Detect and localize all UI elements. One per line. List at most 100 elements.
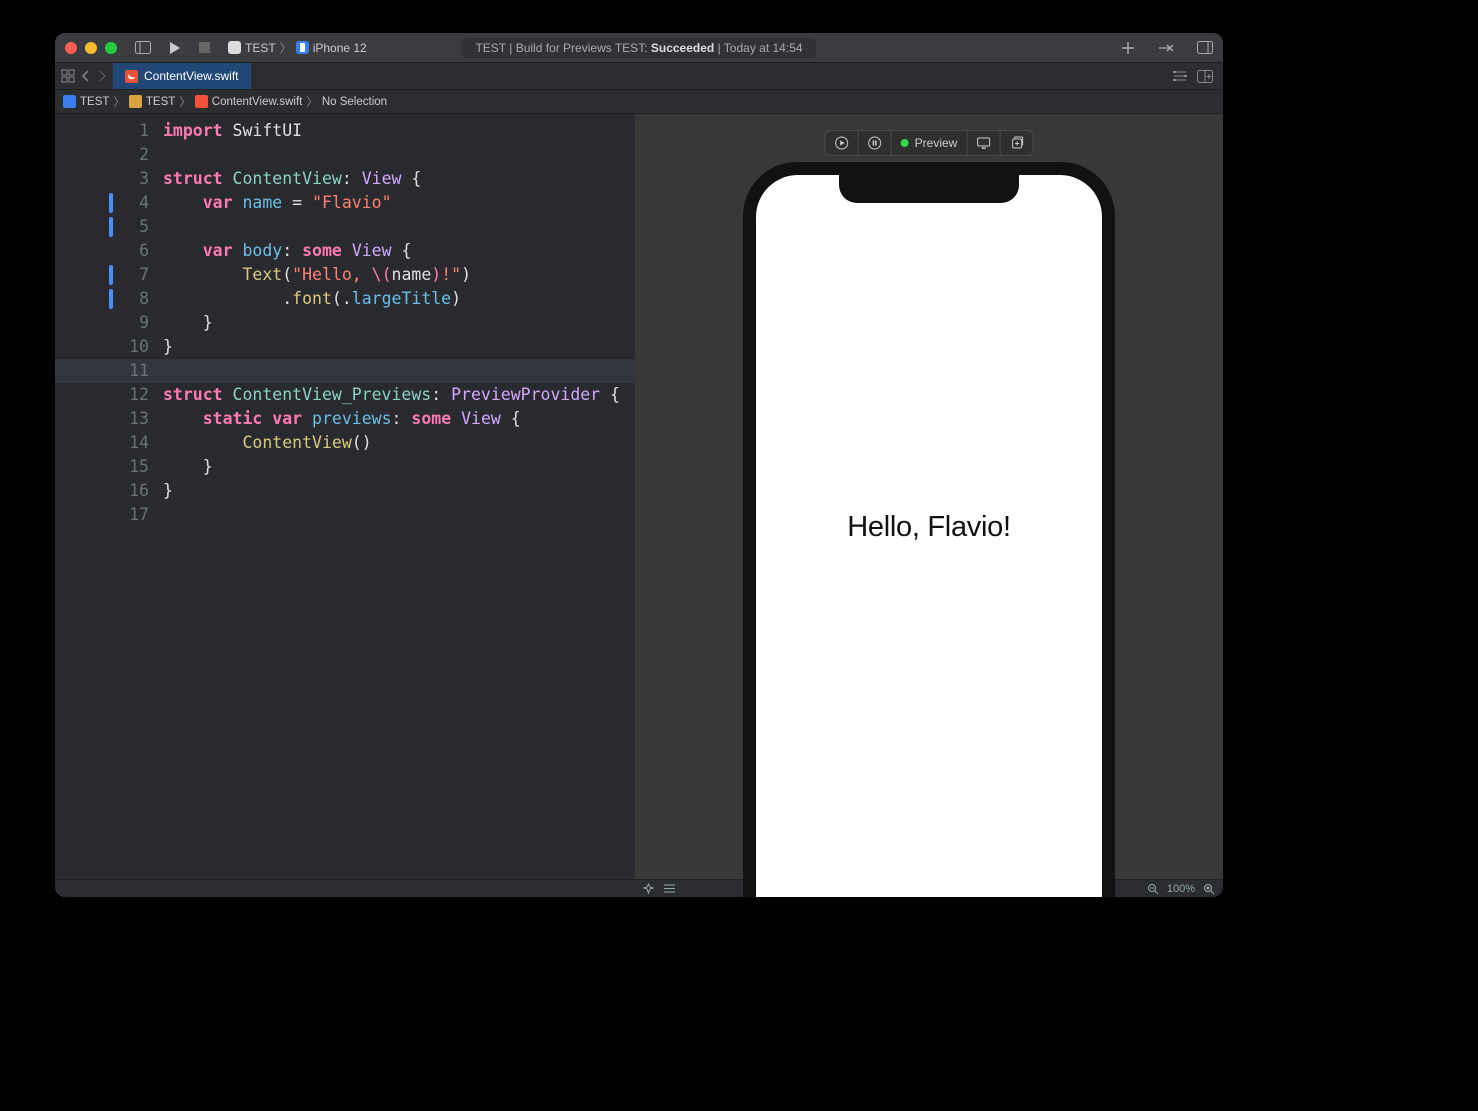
line-number: 6 <box>55 239 163 263</box>
breadcrumb-label: TEST <box>146 96 175 108</box>
breadcrumb-separator: 〉 <box>179 94 191 110</box>
preview-duplicate-button[interactable] <box>1000 131 1032 155</box>
breadcrumb-project[interactable]: TEST <box>63 95 109 108</box>
code-content: static var previews: some View { <box>163 407 521 431</box>
line-number: 1 <box>55 119 163 143</box>
app-icon <box>228 41 241 54</box>
swift-file-icon <box>195 95 208 108</box>
close-window-button[interactable] <box>65 42 77 54</box>
code-line[interactable]: 8 .font(.largeTitle) <box>55 287 635 311</box>
code-line[interactable]: 7 Text("Hello, \(name)!") <box>55 263 635 287</box>
scheme-selector[interactable]: TEST 〉 iPhone 12 <box>228 39 367 56</box>
code-line[interactable]: 4 var name = "Flavio" <box>55 191 635 215</box>
change-marker <box>109 193 113 213</box>
code-editor[interactable]: 1import SwiftUI23struct ContentView: Vie… <box>55 114 635 879</box>
zoom-in-button[interactable] <box>1203 883 1215 895</box>
phone-simulator[interactable]: Hello, Flavio! <box>743 162 1115 897</box>
preview-label: Preview <box>915 136 958 150</box>
code-line[interactable]: 1import SwiftUI <box>55 119 635 143</box>
code-content: var name = "Flavio" <box>163 191 392 215</box>
file-tab[interactable]: ContentView.swift <box>113 63 251 89</box>
code-line[interactable]: 17 <box>55 503 635 527</box>
code-content: } <box>163 479 173 503</box>
breadcrumb-label: No Selection <box>322 96 387 108</box>
line-number: 3 <box>55 167 163 191</box>
related-items-icon[interactable] <box>61 69 75 83</box>
nav-back-button[interactable] <box>81 70 91 82</box>
tab-bar: ContentView.swift <box>55 62 1223 90</box>
line-number: 15 <box>55 455 163 479</box>
breadcrumb-label: ContentView.swift <box>212 96 303 108</box>
code-line[interactable]: 5 <box>55 215 635 239</box>
code-review-icon[interactable] <box>1157 42 1175 54</box>
zoom-level[interactable]: 100% <box>1167 883 1195 895</box>
main-split: 1import SwiftUI23struct ContentView: Vie… <box>55 114 1223 879</box>
line-number: 10 <box>55 335 163 359</box>
status-prefix: TEST | Build for Previews TEST: <box>475 41 650 55</box>
adjust-editor-icon[interactable] <box>1173 70 1187 82</box>
code-line[interactable]: 11 <box>55 359 635 383</box>
code-line[interactable]: 3struct ContentView: View { <box>55 167 635 191</box>
code-content: .font(.largeTitle) <box>163 287 461 311</box>
phone-notch <box>839 175 1019 203</box>
code-content: struct ContentView: View { <box>163 167 421 191</box>
device-icon <box>296 41 309 54</box>
breadcrumb-file[interactable]: ContentView.swift <box>195 95 303 108</box>
folder-icon <box>129 95 142 108</box>
preview-toolbar: Preview <box>825 130 1034 156</box>
code-line[interactable]: 9 } <box>55 311 635 335</box>
code-line[interactable]: 13 static var previews: some View { <box>55 407 635 431</box>
preview-device-button[interactable] <box>967 131 1000 155</box>
titlebar: TEST 〉 iPhone 12 TEST | Build for Previe… <box>55 33 1223 62</box>
code-content: } <box>163 455 213 479</box>
code-line[interactable]: 10} <box>55 335 635 359</box>
preview-content-text: Hello, Flavio! <box>847 511 1010 544</box>
activity-status[interactable]: TEST | Build for Previews TEST: Succeede… <box>461 38 816 58</box>
phone-screen: Hello, Flavio! <box>756 175 1102 897</box>
code-line[interactable]: 14 ContentView() <box>55 431 635 455</box>
code-line[interactable]: 2 <box>55 143 635 167</box>
line-number: 12 <box>55 383 163 407</box>
pin-icon[interactable] <box>643 883 654 894</box>
change-marker <box>109 289 113 309</box>
line-number: 2 <box>55 143 163 167</box>
code-content: } <box>163 335 173 359</box>
zoom-out-button[interactable] <box>1147 883 1159 895</box>
maximize-window-button[interactable] <box>105 42 117 54</box>
inspector-toggle-icon[interactable] <box>1197 41 1213 54</box>
code-line[interactable]: 6 var body: some View { <box>55 239 635 263</box>
swift-file-icon <box>125 70 138 83</box>
nav-forward-button[interactable] <box>97 70 107 82</box>
file-tab-label: ContentView.swift <box>144 69 239 83</box>
list-icon[interactable] <box>664 884 675 893</box>
stop-button[interactable] <box>199 42 210 53</box>
code-content: import SwiftUI <box>163 119 302 143</box>
line-number: 9 <box>55 311 163 335</box>
preview-status[interactable]: Preview <box>892 131 968 155</box>
scheme-separator: 〉 <box>280 39 292 56</box>
add-editor-icon[interactable] <box>1197 70 1213 83</box>
change-marker <box>109 265 113 285</box>
breadcrumb-selection[interactable]: No Selection <box>322 96 387 108</box>
line-number: 14 <box>55 431 163 455</box>
minimize-window-button[interactable] <box>85 42 97 54</box>
breadcrumb-separator: 〉 <box>306 94 318 110</box>
breadcrumb-folder[interactable]: TEST <box>129 95 175 108</box>
run-button[interactable] <box>169 41 181 55</box>
line-number: 11 <box>55 359 163 383</box>
preview-play-button[interactable] <box>826 131 859 155</box>
jump-bar[interactable]: TEST 〉 TEST 〉 ContentView.swift 〉 No Sel… <box>55 90 1223 114</box>
code-content: ContentView() <box>163 431 372 455</box>
code-line[interactable]: 12struct ContentView_Previews: PreviewPr… <box>55 383 635 407</box>
code-line[interactable]: 15 } <box>55 455 635 479</box>
line-number: 17 <box>55 503 163 527</box>
scheme-target-label: TEST <box>245 41 276 55</box>
preview-panel: Preview Hello, Flavio! <box>635 114 1223 879</box>
sidebar-toggle-icon[interactable] <box>135 41 151 54</box>
plus-icon[interactable] <box>1121 41 1135 55</box>
code-line[interactable]: 16} <box>55 479 635 503</box>
preview-pause-button[interactable] <box>859 131 892 155</box>
scheme-device-label: iPhone 12 <box>313 41 367 55</box>
xcode-window: TEST 〉 iPhone 12 TEST | Build for Previe… <box>55 33 1223 897</box>
line-number: 13 <box>55 407 163 431</box>
